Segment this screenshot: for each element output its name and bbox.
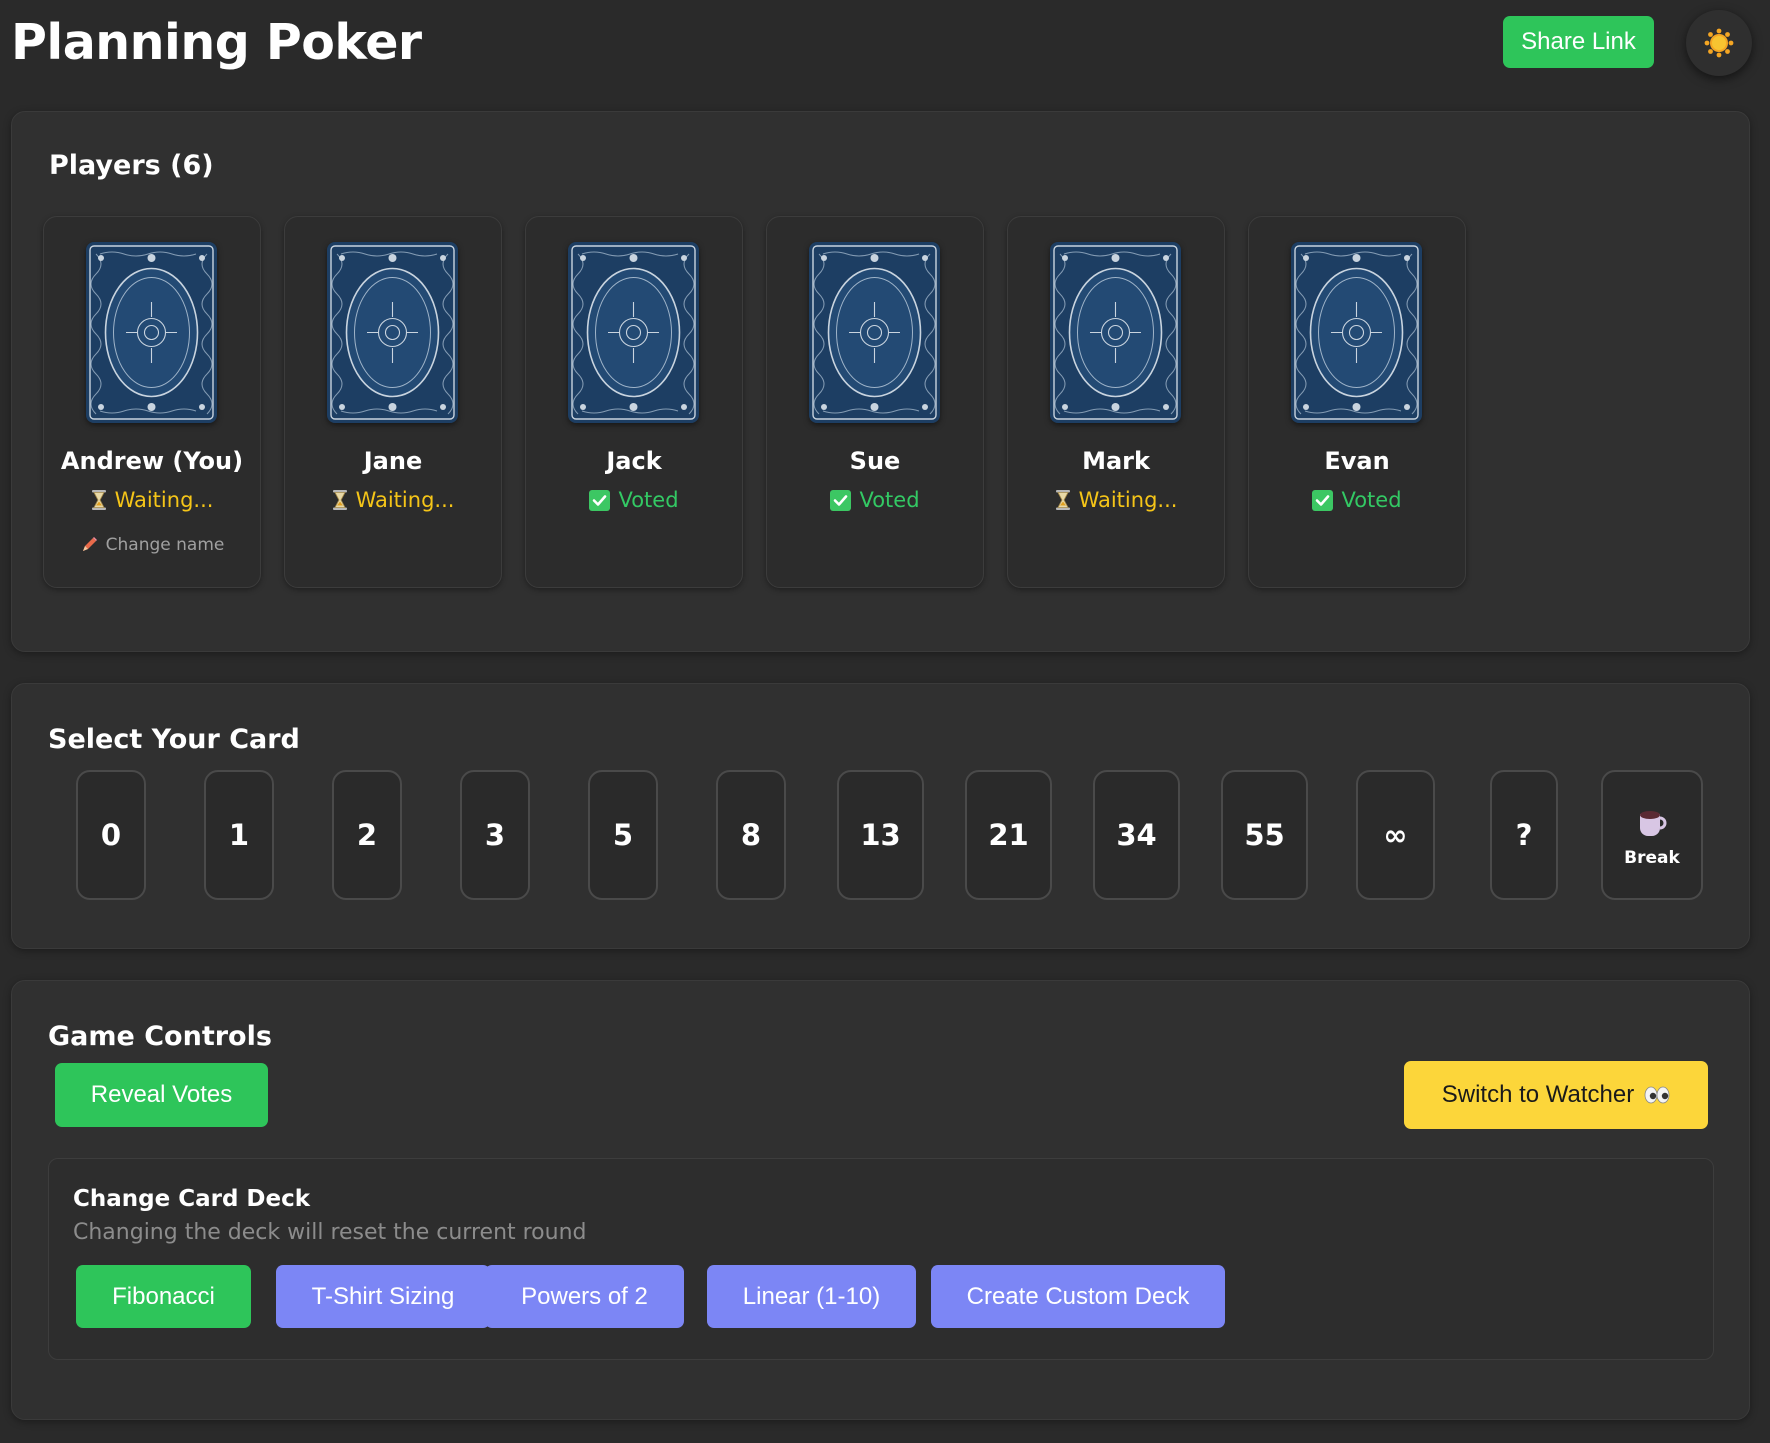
player-status-label: Voted bbox=[1341, 488, 1402, 512]
eyes-icon bbox=[1644, 1086, 1670, 1104]
players-title: Players (6) bbox=[49, 150, 214, 181]
player-card: Jane Waiting... bbox=[284, 216, 502, 588]
player-status: Waiting... bbox=[285, 488, 501, 512]
player-name: Jack bbox=[606, 447, 662, 475]
vote-card[interactable]: 0 bbox=[76, 770, 146, 900]
player-name: Jane bbox=[363, 447, 423, 475]
deck-option-powers-of-2[interactable]: Powers of 2 bbox=[485, 1265, 684, 1328]
reveal-votes-button[interactable]: Reveal Votes bbox=[55, 1063, 268, 1127]
card-back-image bbox=[1050, 242, 1181, 423]
change-deck-subtitle: Changing the deck will reset the current… bbox=[73, 1220, 587, 1245]
sun-icon bbox=[1704, 28, 1734, 58]
player-status-label: Voted bbox=[859, 488, 920, 512]
card-back-image bbox=[1291, 242, 1422, 423]
player-status: Voted bbox=[1249, 488, 1465, 512]
vote-card[interactable]: 5 bbox=[588, 770, 658, 900]
players-panel: Players (6) Andrew (You) Waiting... Change… bbox=[11, 111, 1750, 652]
hourglass-icon bbox=[1055, 490, 1070, 510]
select-card-panel: Select Your Card 0 1 2 3 5 8 13 21 34 55 ∞? Break bbox=[11, 683, 1750, 949]
player-status-label: Waiting... bbox=[1078, 488, 1178, 512]
coffee-cup-icon bbox=[1640, 811, 1667, 836]
player-card: Sue Voted bbox=[766, 216, 984, 588]
player-status: Voted bbox=[767, 488, 983, 512]
game-controls-panel: Game Controls Reveal Votes Switch to Wat… bbox=[11, 980, 1750, 1420]
player-status-label: Waiting... bbox=[355, 488, 455, 512]
deck-option-fibonacci[interactable]: Fibonacci bbox=[76, 1265, 251, 1328]
vote-card[interactable]: 55 bbox=[1221, 770, 1308, 900]
player-card: Andrew (You) Waiting... Change name bbox=[43, 216, 261, 588]
player-name: Andrew (You) bbox=[60, 447, 244, 475]
card-back-image bbox=[86, 242, 217, 423]
vote-card[interactable]: 13 bbox=[837, 770, 924, 900]
vote-card[interactable]: 2 bbox=[332, 770, 402, 900]
pencil-icon bbox=[82, 537, 97, 551]
player-card: Evan Voted bbox=[1248, 216, 1466, 588]
deck-option-linear-1-10[interactable]: Linear (1-10) bbox=[707, 1265, 916, 1328]
player-card: Mark Waiting... bbox=[1007, 216, 1225, 588]
select-card-title: Select Your Card bbox=[48, 724, 300, 755]
card-back-image bbox=[327, 242, 458, 423]
player-status: Waiting... bbox=[1008, 488, 1224, 512]
hourglass-icon bbox=[91, 490, 106, 510]
theme-toggle-button[interactable] bbox=[1686, 10, 1752, 76]
deck-option-create-custom-deck[interactable]: Create Custom Deck bbox=[931, 1265, 1225, 1328]
break-card[interactable]: Break bbox=[1601, 770, 1703, 900]
app-title: Planning Poker bbox=[11, 14, 422, 71]
vote-card[interactable]: ? bbox=[1490, 770, 1558, 900]
vote-card[interactable]: 21 bbox=[965, 770, 1052, 900]
header: Planning Poker Share Link bbox=[0, 0, 1770, 100]
change-deck-title: Change Card Deck bbox=[73, 1186, 311, 1212]
player-status: Waiting... bbox=[44, 488, 260, 512]
vote-card[interactable]: ∞ bbox=[1356, 770, 1435, 900]
change-name-label: Change name bbox=[105, 535, 225, 555]
share-link-button[interactable]: Share Link bbox=[1503, 16, 1654, 68]
vote-card[interactable]: 1 bbox=[204, 770, 274, 900]
game-controls-title: Game Controls bbox=[48, 1021, 272, 1052]
switch-to-watcher-label: Switch to Watcher bbox=[1441, 1081, 1635, 1108]
change-name-link[interactable]: Change name bbox=[44, 535, 260, 555]
hourglass-icon bbox=[332, 490, 347, 510]
break-label: Break bbox=[1624, 848, 1680, 868]
change-deck-panel: Change Card Deck Changing the deck will … bbox=[48, 1158, 1714, 1360]
player-status: Voted bbox=[526, 488, 742, 512]
player-name: Evan bbox=[1324, 447, 1390, 475]
player-status-label: Voted bbox=[618, 488, 679, 512]
checkmark-icon bbox=[589, 489, 611, 511]
player-name: Mark bbox=[1082, 447, 1150, 475]
checkmark-icon bbox=[1312, 489, 1334, 511]
player-status-label: Waiting... bbox=[114, 488, 214, 512]
checkmark-icon bbox=[830, 489, 852, 511]
vote-card[interactable]: 8 bbox=[716, 770, 786, 900]
player-name: Sue bbox=[849, 447, 901, 475]
vote-card[interactable]: 34 bbox=[1093, 770, 1180, 900]
card-back-image bbox=[809, 242, 940, 423]
deck-option-t-shirt-sizing[interactable]: T-Shirt Sizing bbox=[276, 1265, 490, 1328]
switch-to-watcher-button[interactable]: Switch to Watcher bbox=[1404, 1061, 1708, 1129]
player-card: Jack Voted bbox=[525, 216, 743, 588]
vote-card[interactable]: 3 bbox=[460, 770, 530, 900]
card-back-image bbox=[568, 242, 699, 423]
